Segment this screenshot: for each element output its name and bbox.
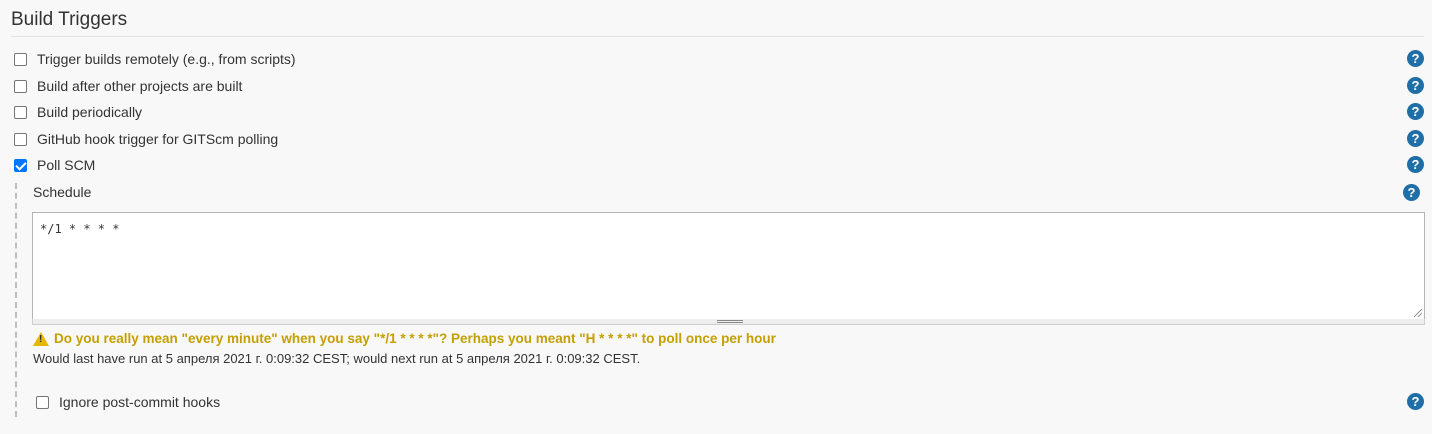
trigger-row-periodically: Build periodically ? bbox=[14, 103, 1424, 121]
help-icon[interactable]: ? bbox=[1407, 393, 1424, 410]
schedule-warning: Do you really mean "every minute" when y… bbox=[33, 331, 776, 346]
github-hook-label[interactable]: GitHub hook trigger for GITScm polling bbox=[37, 131, 278, 147]
help-icon[interactable]: ? bbox=[1407, 50, 1424, 67]
textarea-resize-handle[interactable] bbox=[32, 319, 1425, 325]
poll-scm-label[interactable]: Poll SCM bbox=[37, 157, 95, 173]
section-title: Build Triggers bbox=[11, 9, 128, 30]
nested-section-rail bbox=[15, 183, 17, 417]
poll-scm-checkbox[interactable] bbox=[14, 158, 27, 172]
warning-icon bbox=[33, 331, 49, 346]
build-periodically-checkbox[interactable] bbox=[14, 105, 27, 119]
schedule-textarea[interactable]: */1 * * * * bbox=[32, 212, 1425, 320]
ignore-post-commit-label[interactable]: Ignore post-commit hooks bbox=[59, 394, 220, 410]
trigger-row-after-other: Build after other projects are built ? bbox=[14, 77, 1424, 95]
help-icon[interactable]: ? bbox=[1407, 130, 1424, 147]
trigger-row-poll-scm: Poll SCM ? bbox=[14, 156, 1424, 174]
help-icon[interactable]: ? bbox=[1407, 103, 1424, 120]
trigger-row-github-hook: GitHub hook trigger for GITScm polling ? bbox=[14, 130, 1424, 148]
ignore-hooks-row: Ignore post-commit hooks ? bbox=[36, 393, 1424, 411]
schedule-warning-text: Do you really mean "every minute" when y… bbox=[54, 331, 776, 346]
schedule-run-info: Would last have run at 5 апреля 2021 г. … bbox=[33, 351, 641, 366]
trigger-row-remote: Trigger builds remotely (e.g., from scri… bbox=[14, 50, 1424, 68]
schedule-value: */1 * * * * bbox=[40, 222, 120, 236]
schedule-help-icon[interactable]: ? bbox=[1403, 184, 1420, 201]
help-icon[interactable]: ? bbox=[1407, 156, 1424, 173]
trigger-remotely-label[interactable]: Trigger builds remotely (e.g., from scri… bbox=[37, 51, 296, 67]
ignore-post-commit-checkbox[interactable] bbox=[36, 395, 49, 409]
build-after-other-checkbox[interactable] bbox=[14, 79, 27, 93]
build-after-other-label[interactable]: Build after other projects are built bbox=[37, 78, 242, 94]
help-icon[interactable]: ? bbox=[1407, 77, 1424, 94]
section-divider bbox=[11, 36, 1424, 37]
build-periodically-label[interactable]: Build periodically bbox=[37, 104, 142, 120]
github-hook-checkbox[interactable] bbox=[14, 132, 27, 146]
grip-icon bbox=[717, 320, 743, 323]
trigger-remotely-checkbox[interactable] bbox=[14, 52, 27, 66]
resize-corner-icon[interactable] bbox=[1414, 309, 1422, 317]
schedule-label: Schedule bbox=[33, 184, 92, 200]
